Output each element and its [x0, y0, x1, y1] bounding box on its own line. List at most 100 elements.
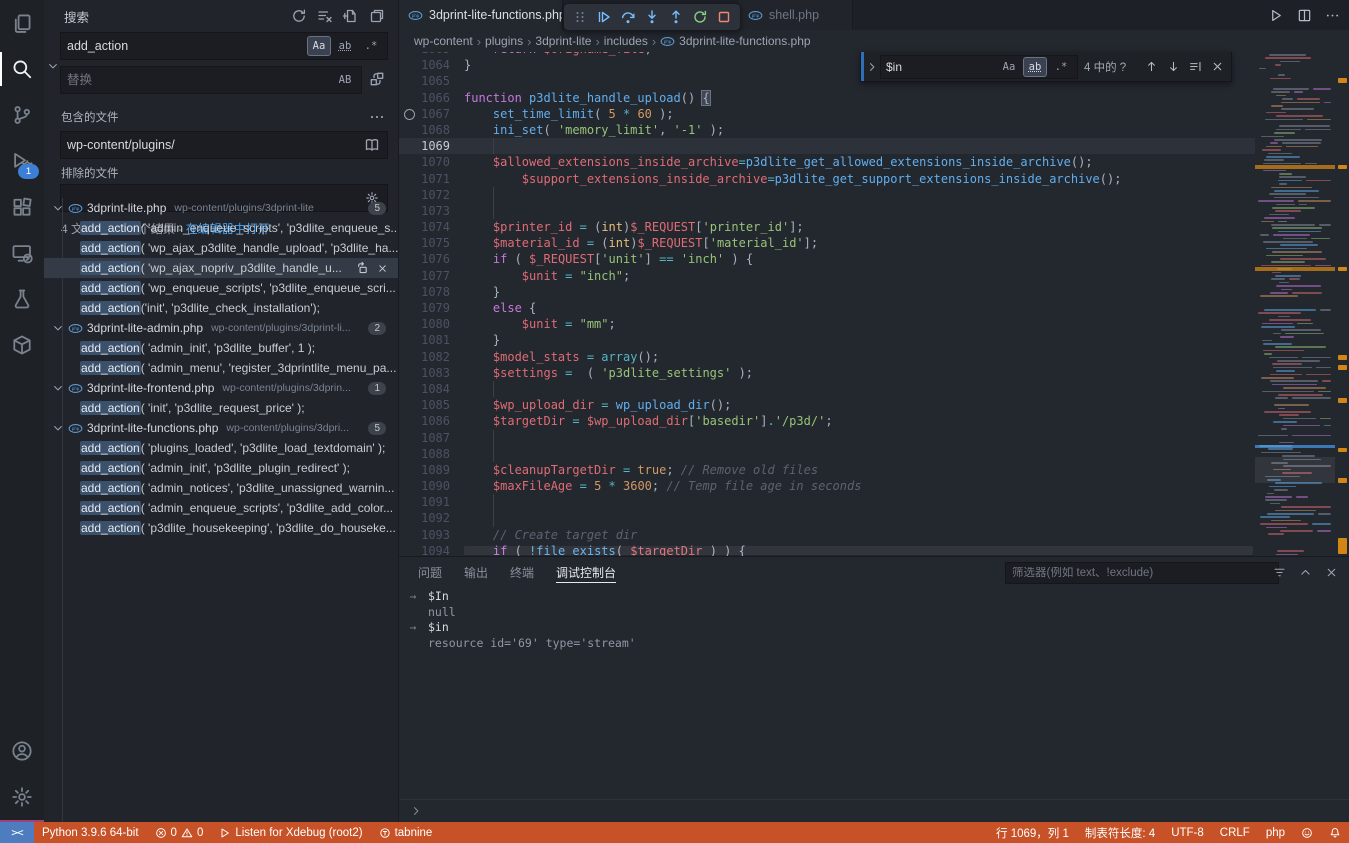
search-match-row[interactable]: add_action( 'wp_enqueue_scripts', 'p3dli…: [44, 278, 398, 298]
search-match-row[interactable]: add_action('init', 'p3dlite_check_instal…: [44, 298, 398, 318]
search-match-row[interactable]: add_action( 'admin_notices', 'p3dlite_un…: [44, 478, 398, 498]
breadcrumb-item[interactable]: wp-content: [414, 34, 473, 48]
horizontal-scrollbar[interactable]: [464, 546, 1253, 555]
breadcrumb-item[interactable]: includes: [604, 34, 648, 48]
close-panel-button[interactable]: [1321, 562, 1341, 582]
regex-toggle[interactable]: .*: [359, 36, 383, 56]
search-result-file-row[interactable]: php3dprint-lite-admin.phpwp-content/plug…: [44, 318, 398, 338]
chevron-down-icon[interactable]: [52, 202, 64, 214]
whole-word-toggle[interactable]: ab: [333, 36, 357, 56]
search-only-open-editors-icon[interactable]: [361, 134, 383, 156]
panel-tab-终端[interactable]: 终端: [510, 557, 534, 587]
activity-bar-item-settings[interactable]: [0, 774, 44, 820]
activity-bar-item-search[interactable]: [0, 46, 44, 92]
search-match-row[interactable]: add_action( 'init', 'p3dlite_request_pri…: [44, 398, 398, 418]
debug-step-out-button[interactable]: [664, 5, 688, 29]
open-new-search-editor-button[interactable]: [340, 5, 362, 27]
status-feedback[interactable]: [1293, 822, 1321, 843]
breakpoint-icon[interactable]: [404, 109, 415, 120]
panel-tab-问题[interactable]: 问题: [418, 557, 442, 587]
debug-console-input[interactable]: [398, 799, 1349, 822]
run-or-debug-button[interactable]: [1265, 4, 1287, 26]
search-match-row[interactable]: add_action( 'admin_enqueue_scripts', 'p3…: [44, 498, 398, 518]
toggle-replace-chevron[interactable]: [46, 44, 60, 88]
debug-step-into-button[interactable]: [640, 5, 664, 29]
minimap-slider[interactable]: [1255, 457, 1335, 483]
activity-bar-item-explorer[interactable]: [0, 0, 44, 46]
status-eol[interactable]: CRLF: [1212, 822, 1258, 843]
status-tab-size[interactable]: 制表符长度: 4: [1077, 822, 1163, 843]
search-result-file-row[interactable]: php3dprint-lite-frontend.phpwp-content/p…: [44, 378, 398, 398]
activity-bar-item-account[interactable]: [0, 728, 44, 774]
split-editor-button[interactable]: [1293, 4, 1315, 26]
match-case-toggle[interactable]: Aa: [307, 36, 331, 56]
breadcrumb-file-item[interactable]: php3dprint-lite-functions.php: [660, 34, 810, 49]
debug-continue-button[interactable]: [592, 5, 616, 29]
panel-tab-调试控制台[interactable]: 调试控制台: [556, 557, 616, 587]
files-to-include-input[interactable]: [61, 138, 361, 152]
replace-input[interactable]: [61, 73, 333, 87]
activity-bar-item-packages[interactable]: [0, 322, 44, 368]
console-filter-input[interactable]: [1006, 567, 1278, 579]
find-match-case-toggle[interactable]: Aa: [997, 57, 1021, 77]
chevron-down-icon[interactable]: [52, 382, 64, 394]
breadcrumb-item[interactable]: 3dprint-lite: [535, 34, 591, 48]
clear-search-results-button[interactable]: [314, 5, 336, 27]
collapse-all-button[interactable]: [366, 5, 388, 27]
status-python-version[interactable]: Python 3.9.6 64-bit: [34, 822, 147, 843]
find-input[interactable]: [881, 60, 997, 74]
search-result-file-row[interactable]: php3dprint-lite.phpwp-content/plugins/3d…: [44, 198, 398, 218]
replace-match-icon[interactable]: [355, 261, 369, 275]
search-input[interactable]: [61, 39, 307, 53]
find-regex-toggle[interactable]: .*: [1049, 57, 1073, 77]
remote-indicator[interactable]: ><: [0, 822, 34, 843]
refresh-button[interactable]: [288, 5, 310, 27]
activity-bar-item-testing[interactable]: [0, 276, 44, 322]
status-notifications[interactable]: [1321, 822, 1349, 843]
previous-match-button[interactable]: [1141, 57, 1161, 77]
close-find-widget-button[interactable]: [1207, 57, 1227, 77]
find-in-selection-button[interactable]: [1185, 57, 1205, 77]
find-whole-word-toggle[interactable]: ab: [1023, 57, 1047, 77]
editor-tab-3dprint-lite-functions.php[interactable]: php3dprint-lite-functions.php: [398, 0, 563, 30]
search-match-row[interactable]: add_action( 'p3dlite_housekeeping', 'p3d…: [44, 518, 398, 538]
search-match-row[interactable]: add_action( 'admin_init', 'p3dlite_plugi…: [44, 458, 398, 478]
debug-console[interactable]: →$Innull→$inresource id='69' type='strea…: [398, 589, 1349, 798]
status-language-mode[interactable]: php: [1258, 822, 1293, 843]
search-match-row[interactable]: add_action( 'wp_ajax_p3dlite_handle_uplo…: [44, 238, 398, 258]
activity-bar-item-remote-explorer[interactable]: [0, 230, 44, 276]
status-encoding[interactable]: UTF-8: [1163, 822, 1212, 843]
maximize-panel-button[interactable]: [1295, 562, 1315, 582]
minimap[interactable]: [1255, 52, 1335, 556]
activity-bar-item-extensions[interactable]: [0, 184, 44, 230]
activity-bar-item-run-and-debug[interactable]: 1: [0, 138, 44, 184]
dismiss-match-icon[interactable]: [377, 263, 388, 274]
preserve-case-toggle[interactable]: AB: [333, 70, 357, 90]
code-editor[interactable]: 1063 return $origname_file;1064}10651066…: [398, 52, 1255, 556]
editor-tab-shell.php[interactable]: phpshell.php: [737, 0, 853, 30]
toggle-replace-in-find-icon[interactable]: [864, 61, 880, 73]
chevron-down-icon[interactable]: [52, 422, 64, 434]
search-match-row[interactable]: add_action( 'admin_enqueue_scripts', 'p3…: [44, 218, 398, 238]
filter-button[interactable]: [1269, 562, 1289, 582]
debug-restart-button[interactable]: [688, 5, 712, 29]
search-match-row[interactable]: add_action( 'plugins_loaded', 'p3dlite_l…: [44, 438, 398, 458]
search-match-row[interactable]: add_action( 'admin_menu', 'register_3dpr…: [44, 358, 398, 378]
breadcrumb-item[interactable]: plugins: [485, 34, 523, 48]
status-cursor-position[interactable]: 行 1069，列 1: [988, 822, 1077, 843]
panel-tab-输出[interactable]: 输出: [464, 557, 488, 587]
more-actions-button[interactable]: [1321, 4, 1343, 26]
status-xdebug-listen[interactable]: Listen for Xdebug (root2): [211, 822, 370, 843]
debug-stop-button[interactable]: [712, 5, 736, 29]
next-match-button[interactable]: [1163, 57, 1183, 77]
replace-all-button[interactable]: [366, 68, 388, 90]
toggle-search-details-icon[interactable]: [366, 106, 388, 128]
search-result-file-row[interactable]: php3dprint-lite-functions.phpwp-content/…: [44, 418, 398, 438]
debug-step-over-button[interactable]: [616, 5, 640, 29]
status-tabnine[interactable]: tabnine: [371, 822, 441, 843]
chevron-down-icon[interactable]: [52, 322, 64, 334]
status-problems[interactable]: 00: [147, 822, 212, 843]
search-match-row[interactable]: add_action( 'admin_init', 'p3dlite_buffe…: [44, 338, 398, 358]
search-match-row[interactable]: add_action( 'wp_ajax_nopriv_p3dlite_hand…: [44, 258, 398, 278]
activity-bar-item-source-control[interactable]: [0, 92, 44, 138]
